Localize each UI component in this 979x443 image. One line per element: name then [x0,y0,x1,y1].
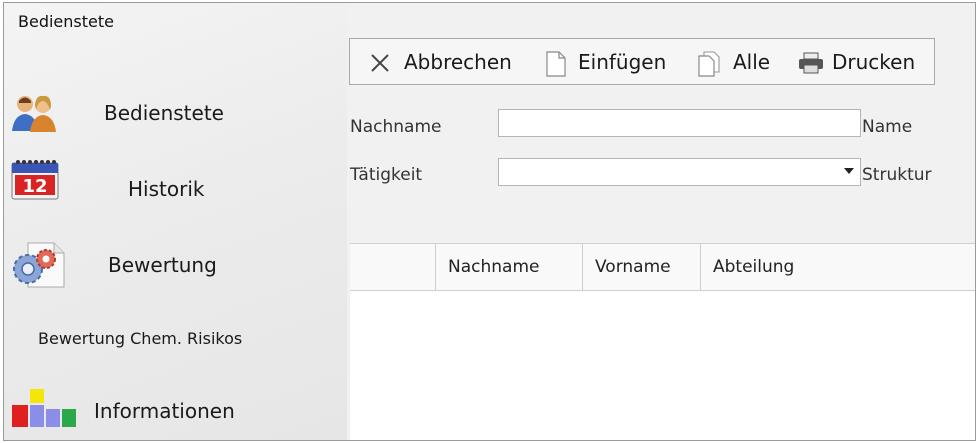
taetigkeit-label: Tätigkeit [350,165,423,185]
grid-header: Nachname Vorname Abteilung [350,244,975,291]
colored-blocks-icon [12,389,76,427]
gears-icon [13,242,65,288]
new-document-icon [546,51,566,77]
app-window: Bedienstete Bedienstete 12 Historik Bewe… [3,2,976,441]
cancel-button[interactable]: Abbrechen [368,39,528,84]
all-button[interactable]: Alle [697,39,787,84]
column-header-nachname[interactable]: Nachname [436,244,583,290]
sidebar-item-bewertung[interactable]: Bewertung [4,237,347,291]
column-header-abteilung[interactable]: Abteilung [701,244,975,290]
copy-documents-icon [698,51,720,77]
cancel-label: Abbrechen [404,50,512,74]
insert-button[interactable]: Einfügen [545,39,680,84]
name-label: Name [862,117,913,137]
print-label: Drucken [832,50,916,74]
sidebar-item-label: Bewertung Chem. Risikos [38,329,243,348]
toolbar: Abbrechen Einfügen Alle Drucken [349,38,935,85]
nachname-input[interactable] [498,109,861,137]
close-icon [371,54,389,72]
main-panel: Abbrechen Einfügen Alle Drucken Nachname… [347,3,975,440]
sidebar-item-label: Historik [128,177,205,201]
sidebar-item-label: Bedienstete [104,101,224,125]
nachname-label: Nachname [350,117,442,137]
taetigkeit-select[interactable] [498,158,861,186]
window-title: Bedienstete [18,12,114,31]
calendar-day-text: 12 [22,176,47,197]
print-button[interactable]: Drucken [798,39,928,84]
sidebar-item-informationen[interactable]: Informationen [4,387,347,437]
all-label: Alle [733,50,771,74]
sidebar-item-bedienstete[interactable]: Bedienstete [4,87,347,139]
column-header-vorname[interactable]: Vorname [583,244,701,290]
sidebar-item-label: Informationen [94,399,235,423]
struktur-label: Struktur [862,165,932,185]
chevron-down-icon[interactable] [844,168,854,174]
people-icon [12,95,56,132]
results-grid: Nachname Vorname Abteilung [350,243,975,440]
column-header-selector[interactable] [350,244,436,290]
sidebar-item-historik[interactable]: 12 Historik [4,155,347,209]
printer-icon [799,52,823,74]
calendar-icon: 12 [11,160,59,200]
sidebar: Bedienstete Bedienstete 12 Historik Bewe… [4,3,347,440]
sidebar-item-bewertung-chem-risikos[interactable]: Bewertung Chem. Risikos [4,321,347,355]
insert-label: Einfügen [578,50,667,74]
sidebar-item-label: Bewertung [108,253,217,277]
